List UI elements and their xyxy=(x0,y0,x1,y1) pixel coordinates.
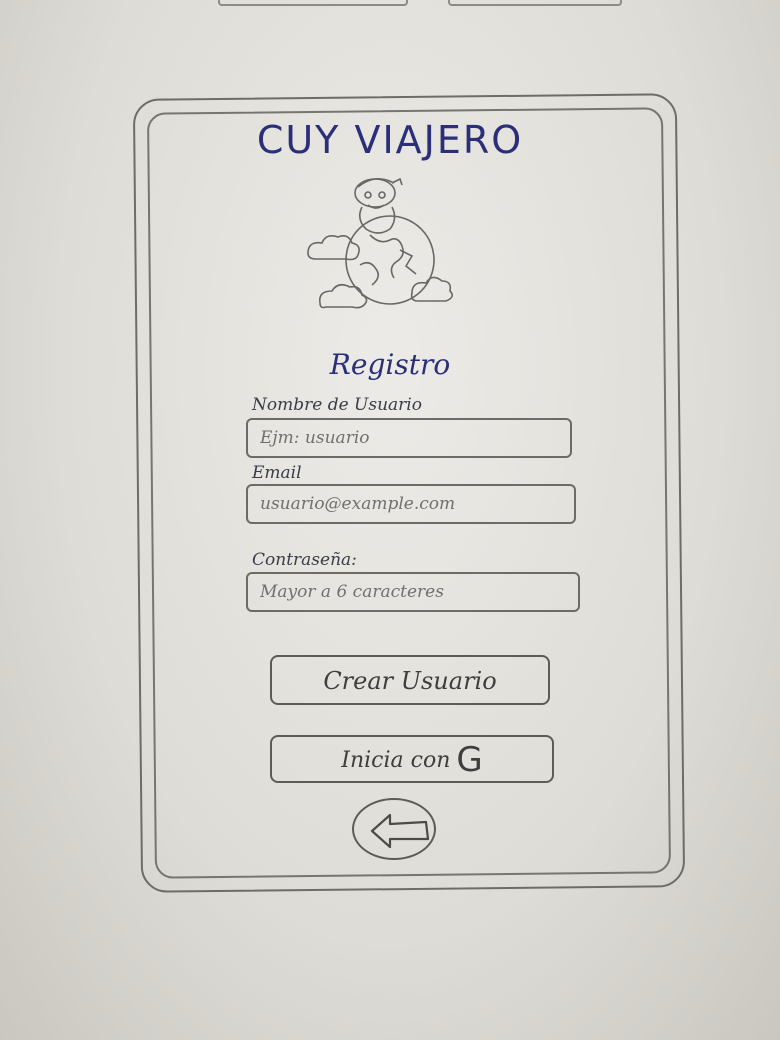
email-label: Email xyxy=(252,463,302,483)
cuy-globe-logo-icon xyxy=(307,177,454,309)
google-g-icon: G xyxy=(456,740,483,780)
back-arrow-icon xyxy=(370,813,430,849)
password-input[interactable] xyxy=(246,572,580,612)
email-input[interactable] xyxy=(246,484,576,524)
form-heading: Registro xyxy=(329,348,451,381)
top-tab-right xyxy=(448,0,622,6)
app-title: CUY VIAJERO xyxy=(256,118,524,162)
create-user-button[interactable]: Crear Usuario xyxy=(270,655,550,705)
username-input[interactable] xyxy=(246,418,572,458)
back-button[interactable] xyxy=(352,798,436,860)
google-signin-button[interactable]: Inicia con G xyxy=(270,735,554,783)
password-label: Contraseña: xyxy=(252,550,357,570)
username-label: Nombre de Usuario xyxy=(252,395,422,415)
top-tab-left xyxy=(218,0,408,6)
google-signin-label: Inicia con xyxy=(341,748,451,773)
